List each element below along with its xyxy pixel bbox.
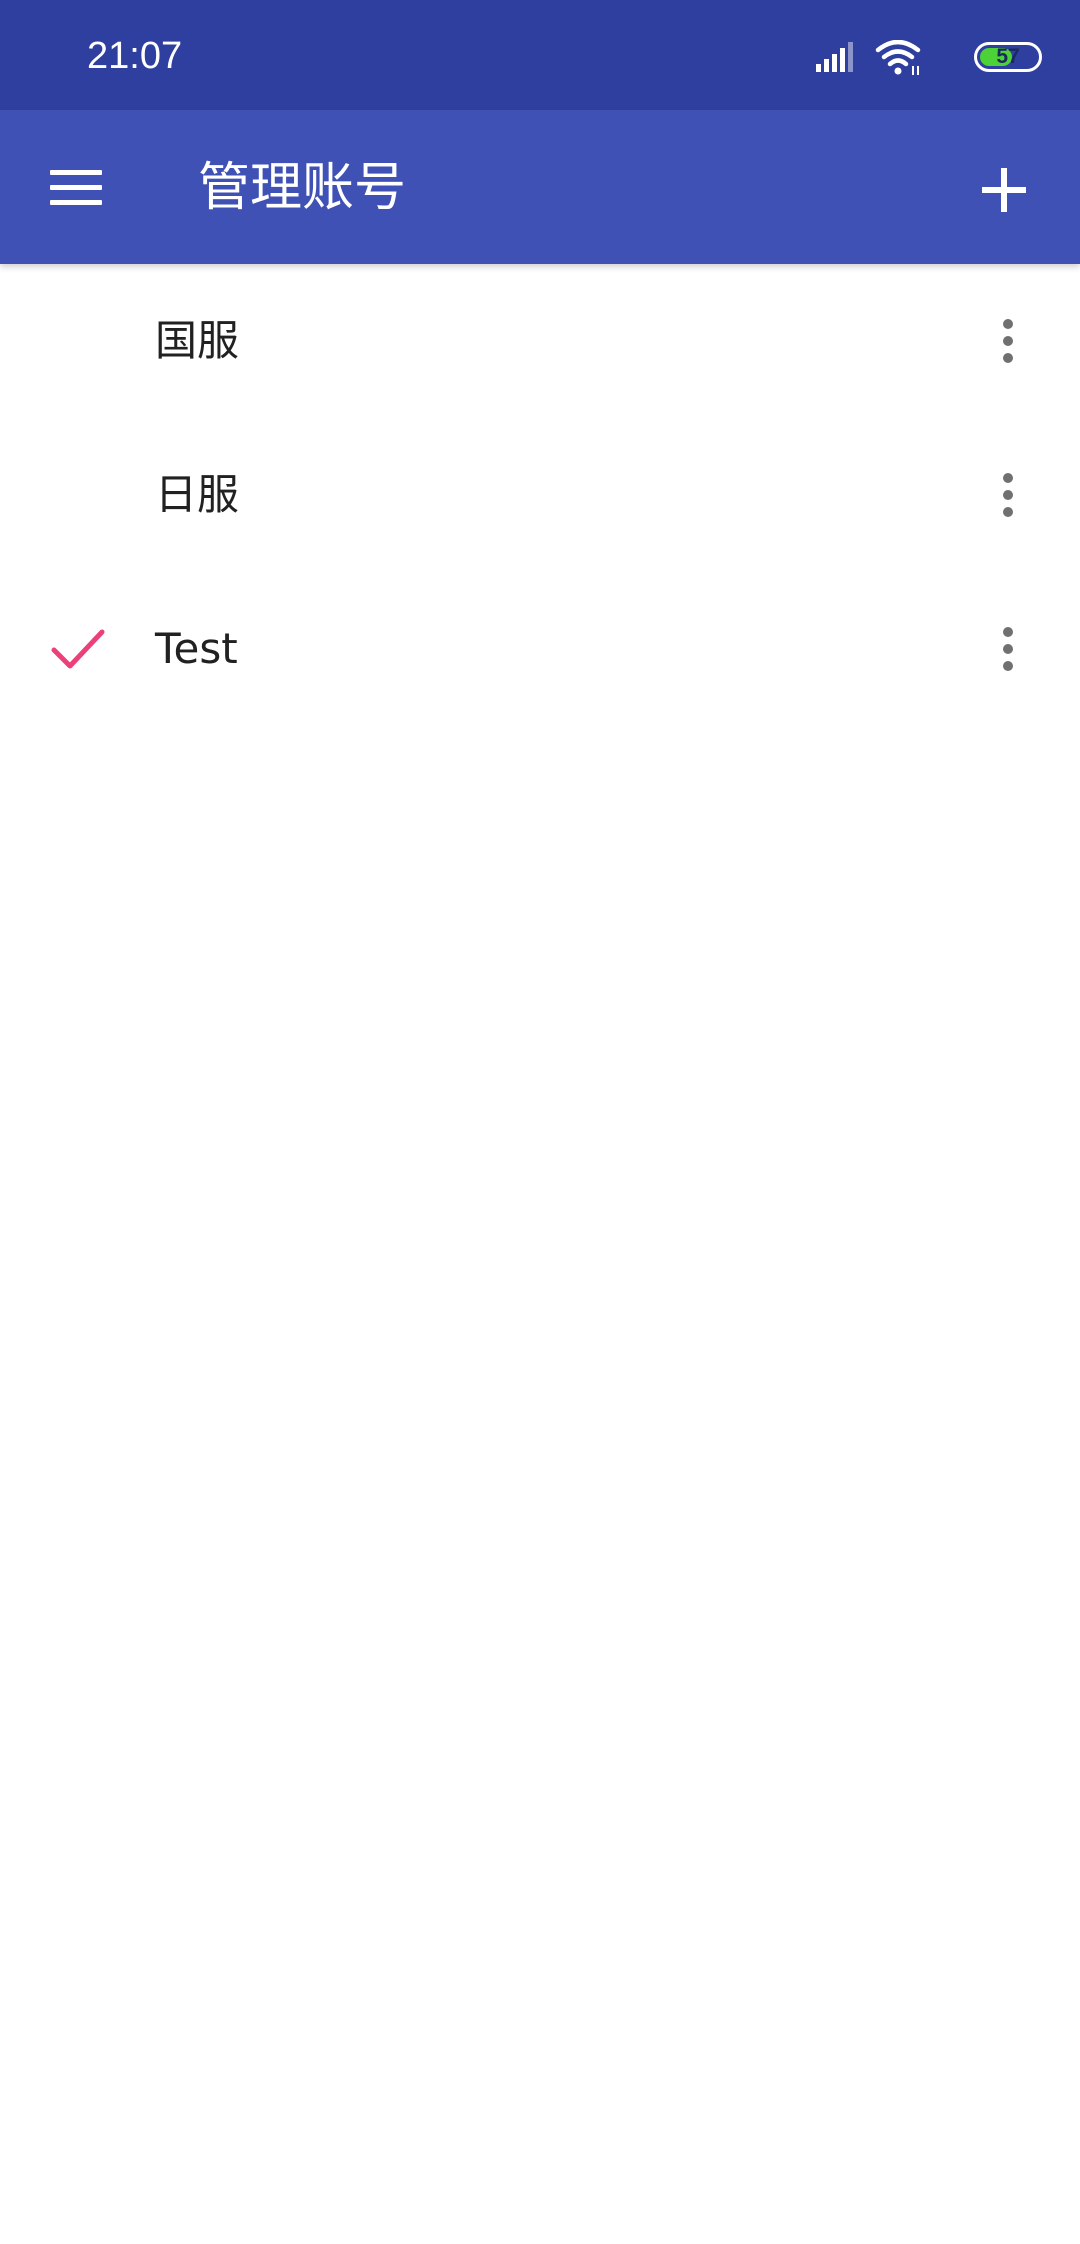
account-item-rifu[interactable]: 日服 [0, 418, 1080, 572]
check-icon [51, 629, 105, 669]
account-item-test[interactable]: Test [0, 572, 1080, 726]
status-bar: 21:07 57 [0, 0, 1080, 110]
account-name: 国服 [155, 316, 240, 365]
status-icons: 57 [782, 40, 1042, 76]
status-time: 21:07 [87, 35, 183, 77]
battery-level-text: 57 [996, 45, 1020, 68]
more-options-button[interactable] [976, 609, 1040, 689]
account-list: 国服 日服 Test [0, 264, 1080, 726]
menu-button[interactable] [40, 154, 112, 220]
more-options-button[interactable] [976, 301, 1040, 381]
more-options-button[interactable] [976, 455, 1040, 535]
account-item-guofu[interactable]: 国服 [0, 264, 1080, 418]
page-title: 管理账号 [198, 158, 407, 218]
plus-icon [982, 168, 1026, 212]
app-bar: 管理账号 [0, 110, 1080, 264]
battery-icon: 57 [974, 42, 1042, 72]
cellular-signal-icon [816, 42, 853, 72]
account-name: Test [155, 624, 238, 673]
account-name: 日服 [155, 470, 240, 519]
wifi-icon [875, 40, 921, 75]
add-account-button[interactable] [964, 150, 1044, 230]
